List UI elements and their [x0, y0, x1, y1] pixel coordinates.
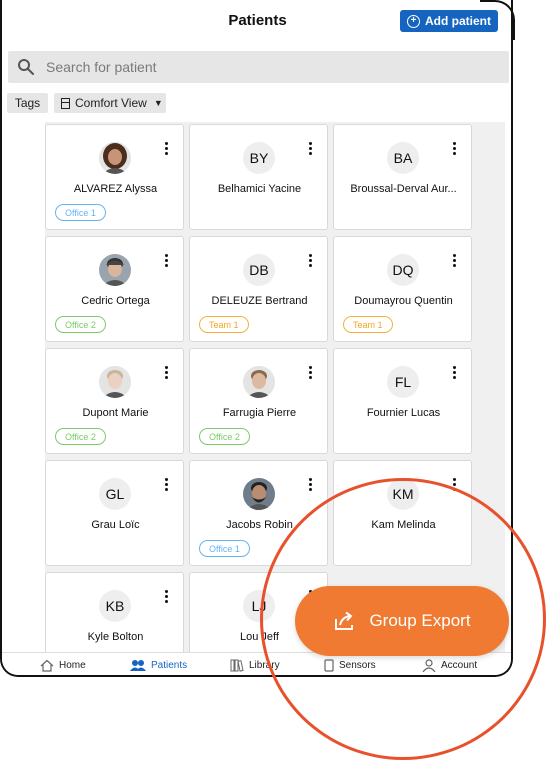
avatar-photo: [99, 366, 131, 398]
avatar-initials: BA: [387, 142, 419, 174]
patient-card[interactable]: Cedric Ortega Office 2: [45, 236, 184, 342]
patient-name: Cedric Ortega: [81, 295, 150, 307]
patient-grid: ALVAREZ Alyssa Office 1 BY Belhamici Yacine…: [45, 122, 505, 652]
avatar-initials: FL: [387, 366, 419, 398]
nav-label: Home: [59, 660, 86, 671]
avatar-initials: BY: [243, 142, 275, 174]
patient-name: Farrugia Pierre: [222, 407, 297, 419]
patient-card[interactable]: DQ Doumayrou Quentin Team 1: [333, 236, 472, 342]
patient-name: ALVAREZ Alyssa: [73, 183, 158, 195]
patient-card[interactable]: KM Kam Melinda: [333, 460, 472, 566]
home-icon: [40, 659, 54, 672]
account-icon: [422, 659, 436, 672]
more-options-icon[interactable]: [163, 478, 169, 491]
nav-label: Library: [249, 660, 280, 671]
patient-card[interactable]: BY Belhamici Yacine: [189, 124, 328, 230]
tags-button[interactable]: Tags: [7, 93, 48, 113]
avatar-photo: [99, 254, 131, 286]
patient-card[interactable]: GL Grau Loïc: [45, 460, 184, 566]
more-options-icon[interactable]: [163, 590, 169, 603]
patient-tag[interactable]: Team 1: [343, 316, 393, 333]
more-options-icon[interactable]: [163, 254, 169, 267]
avatar-initials: KM: [387, 478, 419, 510]
patient-name: Jacobs Robin: [226, 519, 293, 531]
nav-sensors[interactable]: Sensors: [324, 659, 376, 672]
patient-name: Broussal-Derval Aur...: [350, 183, 457, 195]
patient-card[interactable]: Jacobs Robin Office 1: [189, 460, 328, 566]
patients-icon: [130, 660, 146, 671]
avatar-photo: [243, 366, 275, 398]
search-bar[interactable]: [8, 51, 509, 83]
sensor-icon: [324, 659, 334, 672]
tablet-frame-corner: [480, 0, 515, 40]
patient-tag[interactable]: Office 1: [199, 540, 250, 557]
patient-tag[interactable]: Office 2: [55, 316, 106, 333]
patient-name: Kam Melinda: [371, 519, 436, 531]
nav-label: Account: [441, 660, 478, 671]
avatar-initials: DB: [243, 254, 275, 286]
nav-account[interactable]: Account: [422, 659, 477, 672]
patient-card[interactable]: FL Fournier Lucas: [333, 348, 472, 454]
search-input[interactable]: [46, 59, 486, 75]
group-export-label: Group Export: [369, 611, 471, 630]
more-options-icon[interactable]: [451, 142, 457, 155]
library-icon: [230, 659, 244, 672]
header: Patients + Add patient: [2, 0, 511, 42]
patient-card[interactable]: DB DELEUZE Bertrand Team 1: [189, 236, 328, 342]
patient-card[interactable]: Dupont Marie Office 2: [45, 348, 184, 454]
group-export-button[interactable]: Group Export: [295, 586, 509, 656]
tablet-frame: Patients + Add patient Tags Comfort View…: [0, 0, 513, 677]
patient-tag[interactable]: Team 1: [199, 316, 249, 333]
nav-label: Patients: [151, 660, 188, 671]
patient-name: Doumayrou Quentin: [354, 295, 453, 307]
avatar-initials: LJ: [243, 590, 275, 622]
export-icon: [335, 611, 354, 630]
nav-patients[interactable]: Patients: [130, 659, 187, 672]
patient-name: Dupont Marie: [82, 407, 149, 419]
patient-name: Grau Loïc: [91, 519, 140, 531]
more-options-icon[interactable]: [307, 254, 313, 267]
patient-card[interactable]: Farrugia Pierre Office 2: [189, 348, 328, 454]
search-icon: [18, 59, 34, 75]
nav-home[interactable]: Home: [40, 659, 86, 672]
plus-icon: +: [407, 14, 420, 28]
avatar-initials: KB: [99, 590, 131, 622]
more-options-icon[interactable]: [163, 142, 169, 155]
avatar-photo: [99, 142, 131, 174]
more-options-icon[interactable]: [163, 366, 169, 379]
patient-tag[interactable]: Office 1: [55, 204, 106, 221]
patient-tag[interactable]: Office 2: [55, 428, 106, 445]
patient-card[interactable]: KB Kyle Bolton: [45, 572, 184, 652]
more-options-icon[interactable]: [307, 142, 313, 155]
patient-name: Fournier Lucas: [366, 407, 441, 419]
more-options-icon[interactable]: [451, 254, 457, 267]
more-options-icon[interactable]: [307, 366, 313, 379]
nav-library[interactable]: Library: [230, 659, 280, 672]
patient-name: Kyle Bolton: [87, 631, 144, 643]
view-mode-dropdown[interactable]: Comfort View ▼: [54, 93, 166, 113]
patient-name: Belhamici Yacine: [217, 183, 302, 195]
view-mode-icon: [61, 97, 70, 109]
avatar-photo: [243, 478, 275, 510]
more-options-icon[interactable]: [451, 366, 457, 379]
more-options-icon[interactable]: [307, 478, 313, 491]
view-mode-label: Comfort View: [75, 96, 147, 110]
more-options-icon[interactable]: [451, 478, 457, 491]
patient-tag[interactable]: Office 2: [199, 428, 250, 445]
patient-card[interactable]: ALVAREZ Alyssa Office 1: [45, 124, 184, 230]
caret-down-icon: ▼: [153, 98, 163, 108]
patient-card[interactable]: BA Broussal-Derval Aur...: [333, 124, 472, 230]
patient-name: DELEUZE Bertrand: [211, 295, 308, 307]
avatar-initials: GL: [99, 478, 131, 510]
avatar-initials: DQ: [387, 254, 419, 286]
nav-label: Sensors: [339, 660, 376, 671]
